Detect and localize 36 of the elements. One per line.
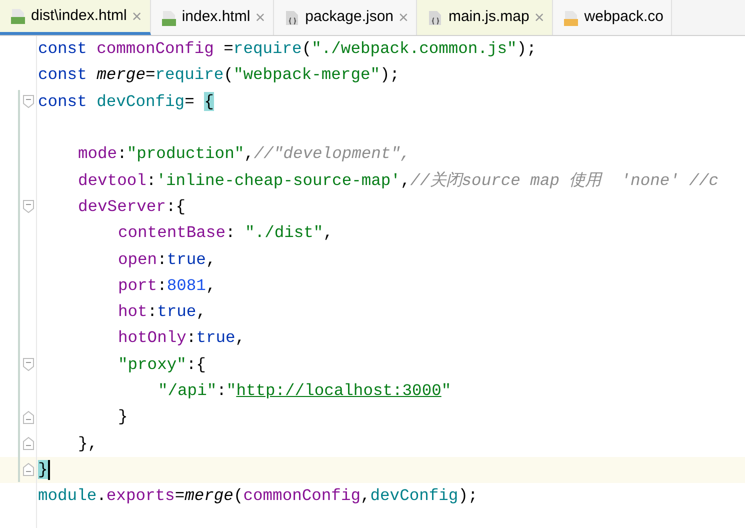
code-editor[interactable] xyxy=(36,36,745,528)
code-line: hotOnly:true, xyxy=(118,328,246,348)
code-line: hot:true, xyxy=(118,302,206,322)
tab-label: index.html xyxy=(182,7,250,28)
code-line: open:true, xyxy=(118,250,216,270)
editor-tab[interactable]: main.js.map × xyxy=(417,0,554,35)
code-line: const commonConfig =require("./webpack.common.js"); xyxy=(38,39,536,60)
fold-icon[interactable] xyxy=(23,358,34,372)
code-line: devServer:{ xyxy=(78,196,186,217)
editor-tab[interactable]: dist\index.html × xyxy=(0,0,151,35)
json-file-icon xyxy=(427,10,444,26)
fold-end-icon[interactable] xyxy=(23,437,34,450)
code-line: const merge=require("webpack-merge"); xyxy=(38,65,400,86)
code-line: devtool:'inline-cheap-source-map',//关闭source map 使用 'none' //c xyxy=(78,170,718,191)
js-file-icon xyxy=(563,10,580,26)
code-line: contentBase: "./dist", xyxy=(118,223,333,244)
code-line: module.exports=merge(commonConfig,devConfig); xyxy=(38,486,478,506)
tab-label: webpack.co xyxy=(584,7,664,28)
html-file-icon xyxy=(10,8,26,24)
fold-icon[interactable] xyxy=(23,200,34,214)
code-line: port:8081, xyxy=(118,276,216,296)
tab-label: dist\index.html xyxy=(31,6,127,26)
code-line: const devConfig= { xyxy=(38,92,214,112)
code-line: mode:"production",//"development", xyxy=(78,144,410,164)
code-line: } xyxy=(118,407,128,428)
fold-end-icon[interactable] xyxy=(23,410,34,424)
tab-label: main.js.map xyxy=(448,7,530,28)
html-file-icon xyxy=(160,10,177,26)
text-cursor xyxy=(48,460,50,480)
code-line: }, xyxy=(78,434,98,454)
fold-end-icon[interactable] xyxy=(23,463,34,476)
code-line: "/api":"http://localhost:3000" xyxy=(158,381,452,401)
fold-icon[interactable] xyxy=(23,95,34,108)
code-line: "proxy":{ xyxy=(118,354,206,375)
tab-label: package.json xyxy=(305,7,394,28)
json-file-icon xyxy=(284,10,300,26)
